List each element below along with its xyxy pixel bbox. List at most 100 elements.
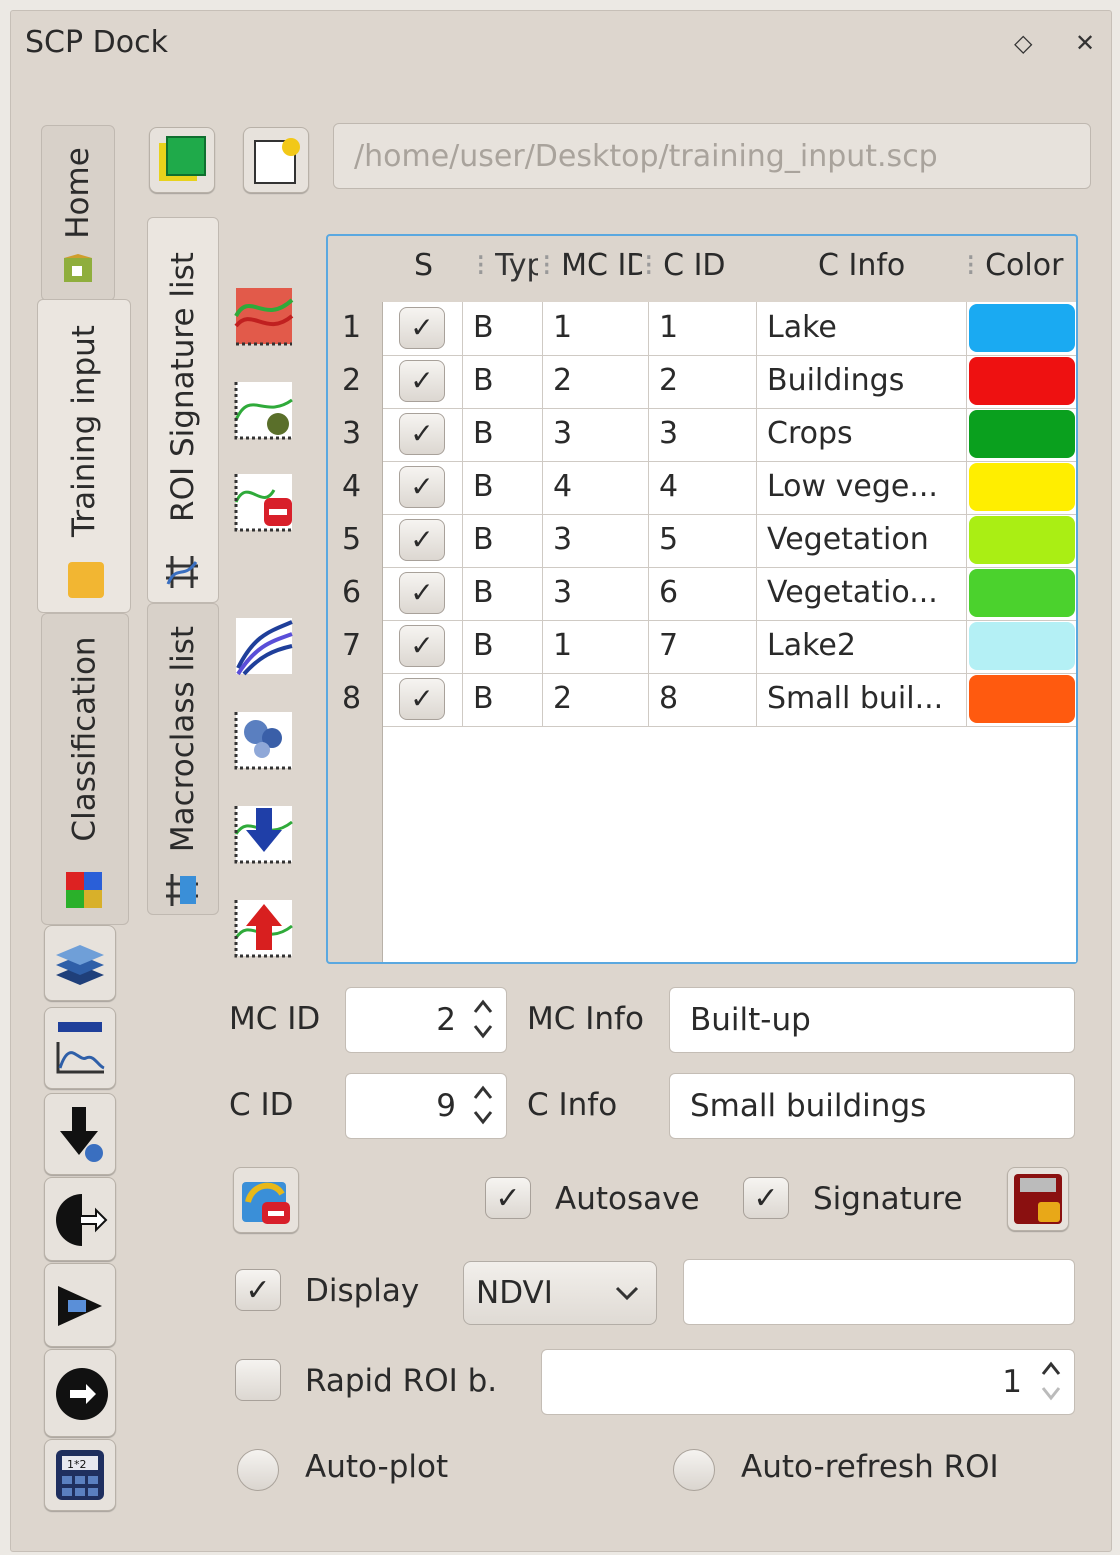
display-checkbox[interactable]: ✓ (235, 1269, 281, 1311)
color-cell[interactable] (967, 408, 1077, 461)
row-select-checkbox[interactable]: ✓ (399, 413, 445, 455)
select-cell[interactable]: ✓ (383, 567, 463, 620)
import-signatures-icon[interactable] (233, 803, 295, 865)
select-cell[interactable]: ✓ (383, 514, 463, 567)
band-calc-icon[interactable]: 1*2 (44, 1439, 116, 1511)
mc-id-cell[interactable]: 1 (543, 620, 649, 673)
c-info-cell[interactable]: Lake (757, 302, 967, 355)
color-swatch[interactable] (969, 516, 1075, 564)
close-icon[interactable]: ✕ (1075, 29, 1095, 57)
c-info-cell[interactable]: Vegetatio... (757, 567, 967, 620)
export-signatures-icon[interactable] (233, 897, 295, 959)
merge-signatures-icon[interactable] (233, 285, 295, 347)
color-swatch[interactable] (969, 463, 1075, 511)
row-select-checkbox[interactable]: ✓ (399, 466, 445, 508)
color-cell[interactable] (967, 620, 1077, 673)
c-id-cell[interactable]: 7 (649, 620, 757, 673)
color-cell[interactable] (967, 461, 1077, 514)
calculate-signatures-icon[interactable] (233, 379, 295, 441)
row-number[interactable]: 8 (342, 681, 361, 716)
layers-icon[interactable] (44, 925, 116, 1001)
preprocessing-icon[interactable] (44, 1177, 116, 1261)
postprocessing-icon[interactable] (44, 1349, 116, 1437)
c-info-cell[interactable]: Crops (757, 408, 967, 461)
create-training-input-icon[interactable] (149, 127, 215, 193)
table-row[interactable]: ✓ B 3 3 Crops (383, 408, 1076, 462)
color-cell[interactable] (967, 673, 1077, 726)
table-row[interactable]: ✓ B 2 8 Small buil... (383, 673, 1076, 727)
mc-id-cell[interactable]: 3 (543, 408, 649, 461)
select-cell[interactable]: ✓ (383, 461, 463, 514)
color-swatch[interactable] (969, 304, 1075, 352)
tab-classification[interactable]: Classification (41, 613, 129, 925)
scatter-plot-icon[interactable] (233, 709, 295, 771)
type-cell[interactable]: B (463, 408, 543, 461)
color-cell[interactable] (967, 514, 1077, 567)
table-row[interactable]: ✓ B 1 7 Lake2 (383, 620, 1076, 674)
row-select-checkbox[interactable]: ✓ (399, 625, 445, 667)
c-id-cell[interactable]: 8 (649, 673, 757, 726)
row-select-checkbox[interactable]: ✓ (399, 572, 445, 614)
table-row[interactable]: ✓ B 1 1 Lake (383, 302, 1076, 356)
col-header-s[interactable]: S (414, 248, 433, 283)
c-info-cell[interactable]: Lake2 (757, 620, 967, 673)
row-number[interactable]: 7 (342, 628, 361, 663)
c-id-cell[interactable]: 5 (649, 514, 757, 567)
color-swatch[interactable] (969, 357, 1075, 405)
type-cell[interactable]: B (463, 673, 543, 726)
spin-arrows-icon[interactable] (472, 994, 494, 1044)
type-cell[interactable]: B (463, 620, 543, 673)
undo-save-icon[interactable] (233, 1167, 299, 1233)
type-cell[interactable]: B (463, 514, 543, 567)
c-info-cell[interactable]: Small buil... (757, 673, 967, 726)
select-cell[interactable]: ✓ (383, 673, 463, 726)
c-info-cell[interactable]: Low vege... (757, 461, 967, 514)
mc-id-spinbox[interactable]: 2 (345, 987, 507, 1053)
mc-info-input[interactable]: Built-up (669, 987, 1075, 1053)
mc-id-cell[interactable]: 4 (543, 461, 649, 514)
color-swatch[interactable] (969, 569, 1075, 617)
open-training-input-icon[interactable] (243, 127, 309, 193)
mc-id-cell[interactable]: 3 (543, 514, 649, 567)
tab-roi-signature-list[interactable]: ROI Signature list (147, 217, 219, 603)
mc-id-cell[interactable]: 2 (543, 673, 649, 726)
auto-refresh-roi-radio[interactable] (673, 1449, 715, 1491)
tab-home[interactable]: Home (41, 125, 115, 301)
spin-arrows-icon[interactable] (472, 1080, 494, 1130)
table-row[interactable]: ✓ B 3 6 Vegetatio... (383, 567, 1076, 621)
c-id-spinbox[interactable]: 9 (345, 1073, 507, 1139)
display-expression-input[interactable] (683, 1259, 1075, 1325)
type-cell[interactable]: B (463, 461, 543, 514)
spin-arrows-icon[interactable] (1040, 1356, 1062, 1406)
remove-signature-icon[interactable] (233, 471, 295, 533)
row-select-checkbox[interactable]: ✓ (399, 519, 445, 561)
tab-macroclass-list[interactable]: Macroclass list (147, 603, 219, 915)
select-cell[interactable]: ✓ (383, 620, 463, 673)
display-select[interactable]: NDVI (463, 1261, 657, 1325)
select-cell[interactable]: ✓ (383, 302, 463, 355)
color-swatch[interactable] (969, 410, 1075, 458)
type-cell[interactable]: B (463, 355, 543, 408)
save-signature-icon[interactable] (1007, 1167, 1069, 1231)
rapid-roi-checkbox[interactable] (235, 1359, 281, 1401)
c-id-cell[interactable]: 3 (649, 408, 757, 461)
col-header-mc-id[interactable]: ⁝ MC ID (542, 248, 642, 283)
auto-plot-radio[interactable] (237, 1449, 279, 1491)
col-header-type[interactable]: ⁝ Type (476, 248, 538, 283)
select-cell[interactable]: ✓ (383, 408, 463, 461)
autosave-checkbox[interactable]: ✓ (485, 1177, 531, 1219)
type-cell[interactable]: B (463, 567, 543, 620)
c-info-input[interactable]: Small buildings (669, 1073, 1075, 1139)
spectral-signature-plot-icon[interactable] (233, 615, 295, 677)
spectral-plot-icon[interactable] (44, 1007, 116, 1089)
band-processing-icon[interactable] (44, 1263, 116, 1347)
float-icon[interactable]: ◇ (1014, 29, 1032, 57)
c-id-cell[interactable]: 2 (649, 355, 757, 408)
rapid-roi-band-spinbox[interactable]: 1 (541, 1349, 1075, 1415)
table-row[interactable]: ✓ B 2 2 Buildings (383, 355, 1076, 409)
row-select-checkbox[interactable]: ✓ (399, 307, 445, 349)
row-number[interactable]: 1 (342, 310, 361, 345)
c-id-cell[interactable]: 1 (649, 302, 757, 355)
c-id-cell[interactable]: 6 (649, 567, 757, 620)
color-cell[interactable] (967, 355, 1077, 408)
